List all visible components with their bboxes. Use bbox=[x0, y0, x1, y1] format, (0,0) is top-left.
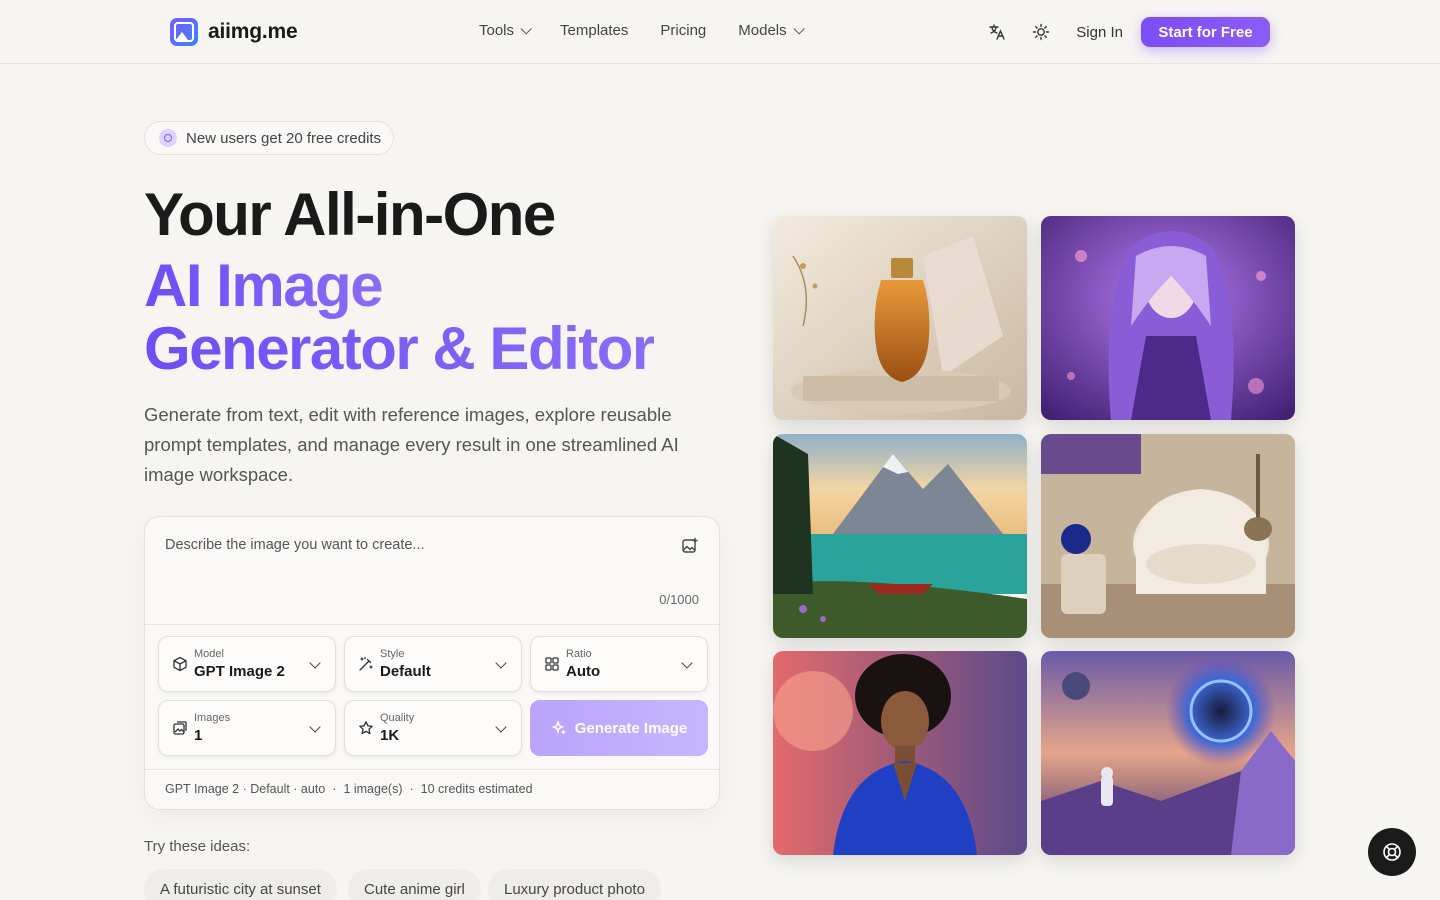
theme-sun-icon[interactable] bbox=[1028, 19, 1054, 45]
summary-separator: · bbox=[409, 782, 414, 796]
nav-tools-label: Tools bbox=[479, 22, 515, 39]
images-count-select[interactable]: Images 1 bbox=[158, 700, 336, 756]
nav-models[interactable]: Models bbox=[738, 22, 805, 39]
sign-in-link[interactable]: Sign In bbox=[1076, 24, 1123, 41]
ratio-select[interactable]: Ratio Auto bbox=[530, 636, 708, 692]
nav-models-label: Models bbox=[738, 22, 787, 39]
header-actions: Sign In Start for Free bbox=[984, 17, 1270, 47]
summary-image-count: 1 image(s) bbox=[343, 782, 403, 796]
site-header: aiimg.me Tools Templates Pricing Models bbox=[0, 0, 1440, 64]
nav-templates[interactable]: Templates bbox=[560, 22, 628, 39]
quality-value: 1K bbox=[380, 727, 400, 744]
free-credits-badge: New users get 20 free credits bbox=[144, 121, 394, 155]
chevron-down-icon bbox=[495, 657, 507, 669]
hero-description: Generate from text, edit with reference … bbox=[144, 404, 679, 485]
gallery-image-anime-girl[interactable] bbox=[1041, 216, 1295, 420]
idea-chip[interactable]: Luxury product photo bbox=[488, 869, 661, 900]
nav-templates-label: Templates bbox=[560, 22, 629, 39]
magic-wand-icon bbox=[359, 656, 373, 671]
hero-title-line2: AI Image bbox=[144, 252, 384, 319]
gallery-image-astronaut-portal[interactable] bbox=[1041, 651, 1295, 855]
nav-pricing[interactable]: Pricing bbox=[660, 22, 706, 39]
nav-tools[interactable]: Tools bbox=[479, 22, 532, 39]
logo-text: aiimg.me bbox=[208, 20, 298, 43]
chevron-down-icon bbox=[309, 721, 321, 733]
chevron-down-icon bbox=[681, 657, 693, 669]
gallery-image-armchair[interactable] bbox=[1041, 434, 1295, 638]
style-value: Default bbox=[380, 663, 431, 680]
ratio-value: Auto bbox=[566, 663, 601, 680]
gallery-image-perfume[interactable] bbox=[773, 216, 1027, 420]
start-for-free-button[interactable]: Start for Free bbox=[1141, 17, 1270, 47]
image-upload-icon[interactable] bbox=[681, 537, 699, 555]
style-select[interactable]: Style Default bbox=[344, 636, 522, 692]
generate-image-button[interactable]: Generate Image bbox=[530, 700, 708, 756]
model-value: GPT Image 2 bbox=[194, 663, 285, 680]
gallery-image-mountain-lake[interactable] bbox=[773, 434, 1027, 638]
cube-icon bbox=[173, 656, 187, 672]
images-value: 1 bbox=[194, 727, 203, 744]
divider bbox=[145, 769, 719, 770]
badge-text: New users get 20 free credits bbox=[186, 129, 382, 147]
generator-card: Describe the image you want to create...… bbox=[144, 516, 720, 810]
gallery-image-portrait[interactable] bbox=[773, 651, 1027, 855]
generation-summary: GPT Image 2 · Default · auto · 1 image(s… bbox=[165, 782, 533, 796]
lifebuoy-icon bbox=[1383, 843, 1401, 861]
star-icon bbox=[359, 721, 373, 735]
summary-credits: 10 credits estimated bbox=[420, 782, 533, 796]
help-lifebuoy-button[interactable] bbox=[1368, 828, 1416, 876]
hero-title-line1: Your All-in-One bbox=[144, 181, 556, 248]
chevron-down-icon bbox=[495, 721, 507, 733]
idea-chip[interactable]: Cute anime girl bbox=[348, 869, 481, 900]
prompt-input[interactable]: Describe the image you want to create... bbox=[165, 537, 425, 553]
char-counter: 0/1000 bbox=[659, 592, 699, 607]
summary-separator: · bbox=[332, 782, 337, 796]
quality-select[interactable]: Quality 1K bbox=[344, 700, 522, 756]
logo-icon bbox=[170, 18, 198, 46]
chevron-down-icon bbox=[309, 657, 321, 669]
sparkle-icon bbox=[551, 720, 566, 735]
summary-settings: GPT Image 2 · Default · auto bbox=[165, 782, 326, 796]
grid-icon bbox=[545, 657, 559, 671]
generate-image-label: Generate Image bbox=[574, 719, 688, 737]
style-label: Style bbox=[380, 648, 405, 660]
badge-icon bbox=[159, 129, 177, 147]
main-nav: Tools Templates Pricing Models bbox=[479, 22, 805, 39]
hero-title-line3: Generator & Editor bbox=[144, 315, 655, 382]
nav-pricing-label: Pricing bbox=[660, 22, 707, 39]
translate-icon[interactable] bbox=[984, 19, 1010, 45]
logo[interactable]: aiimg.me bbox=[170, 18, 298, 46]
ratio-label: Ratio bbox=[566, 648, 592, 660]
quality-label: Quality bbox=[380, 712, 415, 724]
images-label: Images bbox=[194, 712, 231, 724]
model-label: Model bbox=[194, 648, 224, 660]
chevron-down-icon bbox=[520, 22, 532, 35]
images-icon bbox=[173, 721, 187, 735]
chevron-down-icon bbox=[793, 22, 805, 35]
divider bbox=[145, 624, 719, 625]
model-select[interactable]: Model GPT Image 2 bbox=[158, 636, 336, 692]
idea-chip[interactable]: A futuristic city at sunset bbox=[144, 869, 337, 900]
ideas-label: Try these ideas: bbox=[144, 838, 251, 855]
